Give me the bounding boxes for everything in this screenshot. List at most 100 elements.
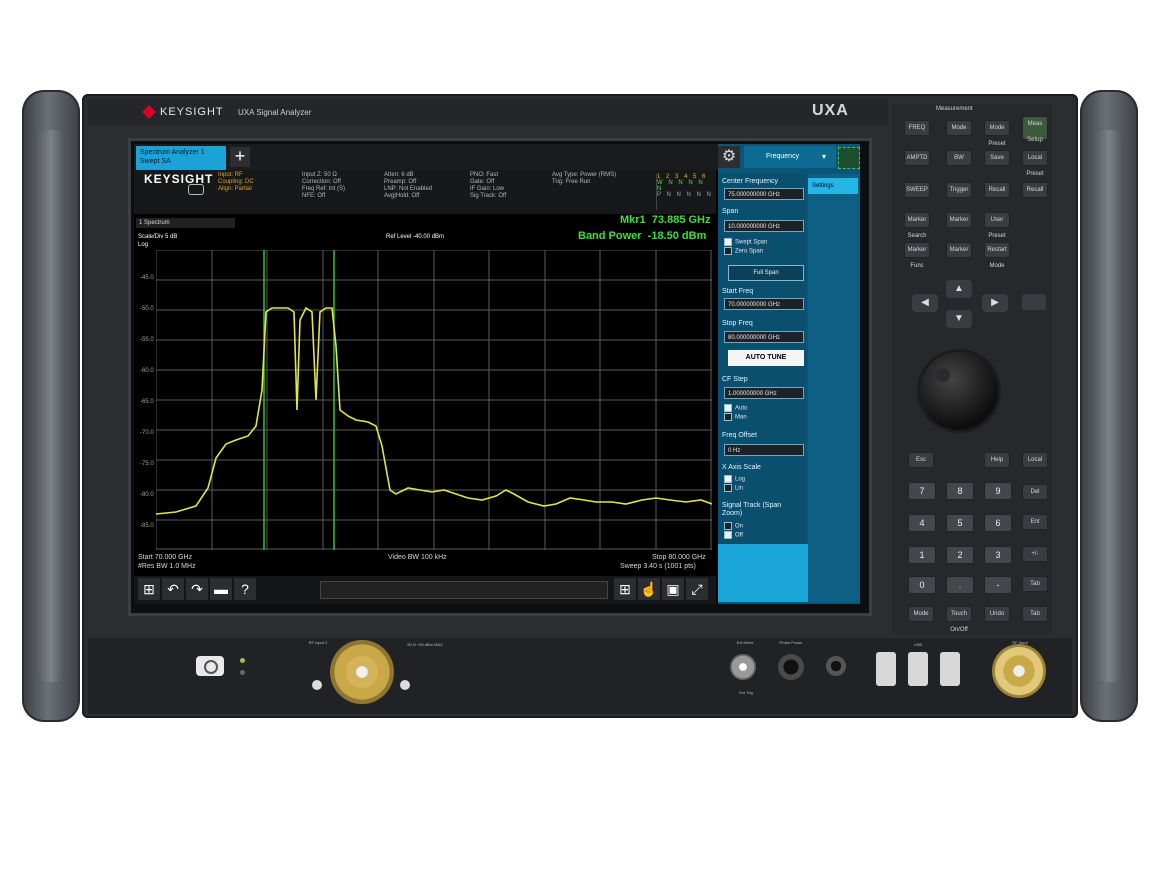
auto-tune-button[interactable]: AUTO TUNE: [728, 350, 804, 366]
zoom-icon[interactable]: ▣: [662, 578, 684, 600]
marker-search-key[interactable]: Marker Search: [904, 212, 930, 239]
grid-layout-icon[interactable]: ⊞: [614, 578, 636, 600]
local-preset-key[interactable]: Local Preset: [1022, 150, 1048, 177]
number-key-4[interactable]: 4: [908, 514, 936, 532]
trace-tab[interactable]: 1 Spectrum: [136, 218, 235, 228]
signal-track-on-option[interactable]: On: [724, 522, 743, 530]
lin-option[interactable]: Lin: [724, 484, 743, 492]
esc-key[interactable]: Esc: [908, 452, 934, 468]
rf-input-2-connector[interactable]: [330, 640, 394, 704]
full-span-button[interactable]: Full Span: [728, 265, 804, 281]
radio-icon: [724, 413, 732, 421]
stop-freq-field[interactable]: 80.000000000 GHz: [724, 331, 804, 343]
help-icon[interactable]: ?: [234, 578, 256, 600]
probe-power-connector[interactable]: [778, 654, 804, 680]
radio-icon: [724, 238, 732, 246]
tab-bottom-key[interactable]: Tab: [1022, 606, 1048, 622]
add-tab-button[interactable]: +: [230, 147, 250, 167]
freq-key[interactable]: FREQ: [904, 120, 930, 136]
signal-track-label: Signal Track (Span Zoom): [722, 502, 782, 517]
bw-key[interactable]: BW: [946, 150, 972, 166]
recall-key-2[interactable]: Recall: [1022, 182, 1048, 198]
touch-toggle-key[interactable]: Touch On/Off: [946, 606, 972, 633]
measurement-label: Measurement: [936, 106, 973, 112]
decimal-key[interactable]: .: [946, 576, 974, 594]
windows-start-icon[interactable]: ⊞: [138, 578, 160, 600]
number-key-2[interactable]: 2: [946, 546, 974, 564]
spectrum-graph[interactable]: [156, 250, 712, 550]
radio-icon: [724, 484, 732, 492]
ent-key[interactable]: Ent: [1022, 514, 1048, 530]
rotary-knob[interactable]: [920, 352, 998, 430]
headphone-jack[interactable]: [826, 656, 846, 676]
marker-readout: Mkr1 73.885 GHz: [620, 214, 711, 226]
arrow-left-key[interactable]: ◀: [912, 294, 938, 312]
span-field[interactable]: 10.000000000 GHz: [724, 220, 804, 232]
center-freq-field[interactable]: 75.000000000 GHz: [724, 188, 804, 200]
marker-key[interactable]: Marker: [946, 212, 972, 228]
marker-func-key[interactable]: Marker Func: [904, 242, 930, 269]
marker-key-2[interactable]: Marker: [946, 242, 972, 258]
rf-input-connector[interactable]: [992, 644, 1046, 698]
gear-icon[interactable]: ⚙: [718, 146, 740, 168]
select-key[interactable]: [1022, 294, 1046, 310]
trigger-key[interactable]: Trigger: [946, 182, 972, 198]
cf-step-auto-option[interactable]: Auto: [724, 404, 747, 412]
sweep-key[interactable]: SWEEP: [904, 182, 930, 198]
signal-track-off-option[interactable]: Off: [724, 531, 743, 539]
zero-span-option[interactable]: Zero Span: [724, 247, 763, 255]
minus-key[interactable]: -: [984, 576, 1012, 594]
meas-setup-key[interactable]: Meas Setup: [1022, 116, 1048, 143]
restart-mode-key[interactable]: Restart Mode: [984, 242, 1010, 269]
redo-icon[interactable]: ↷: [186, 578, 208, 600]
log-option[interactable]: Log: [724, 475, 745, 483]
ref-level: Ref Level -40.00 dBm: [386, 234, 445, 240]
span-label: Span: [722, 208, 739, 215]
radio-icon: [724, 522, 732, 530]
undo-icon[interactable]: ↶: [162, 578, 184, 600]
maximize-icon[interactable]: [838, 147, 860, 169]
touch-icon[interactable]: ☝: [638, 578, 660, 600]
x-axis-scale-label: X Axis Scale: [722, 464, 761, 471]
del-key[interactable]: Del: [1022, 484, 1048, 500]
undo-key[interactable]: Undo: [984, 606, 1010, 622]
recall-key[interactable]: Recall: [984, 182, 1010, 198]
arrow-up-key[interactable]: ▲: [946, 280, 972, 298]
amptd-key[interactable]: AMPTD: [904, 150, 930, 166]
tab-key[interactable]: Tab: [1022, 576, 1048, 592]
number-key-8[interactable]: 8: [946, 482, 974, 500]
usb-port[interactable]: [908, 652, 928, 686]
save-key[interactable]: Save: [984, 150, 1010, 166]
arrow-right-key[interactable]: ▶: [982, 294, 1008, 312]
user-preset-key[interactable]: User Preset: [984, 212, 1010, 239]
number-key-5[interactable]: 5: [946, 514, 974, 532]
max-power-label: 50 Ω +30 dBm MAX: [407, 642, 443, 647]
settings-tab[interactable]: Settings: [808, 178, 858, 194]
screw-icon: [312, 680, 322, 690]
number-key-7[interactable]: 7: [908, 482, 936, 500]
file-icon[interactable]: ▬: [210, 578, 232, 600]
tab-spectrum-analyzer[interactable]: Spectrum Analyzer 1 Swept SA: [136, 146, 226, 170]
freq-offset-field[interactable]: 0 Hz: [724, 444, 804, 456]
swept-span-option[interactable]: Swept Span: [724, 238, 767, 246]
mode-bottom-key[interactable]: Mode: [908, 606, 934, 622]
cf-step-field[interactable]: 1.000000000 GHz: [724, 387, 804, 399]
fullscreen-icon[interactable]: ⤢: [686, 578, 708, 600]
usb-port[interactable]: [940, 652, 960, 686]
plus-minus-key[interactable]: +/-: [1022, 546, 1048, 562]
cf-step-man-option[interactable]: Man: [724, 413, 747, 421]
ext-mixer-connector[interactable]: [730, 654, 756, 680]
usb-label: USB: [913, 642, 923, 647]
number-key-6[interactable]: 6: [984, 514, 1012, 532]
help-key[interactable]: Help: [984, 452, 1010, 468]
usb-port[interactable]: [876, 652, 896, 686]
mode-key[interactable]: Mode: [946, 120, 972, 136]
number-key-1[interactable]: 1: [908, 546, 936, 564]
start-freq-field[interactable]: 70.000000000 GHz: [724, 298, 804, 310]
arrow-down-key[interactable]: ▼: [946, 310, 972, 328]
local-key[interactable]: Local: [1022, 452, 1048, 468]
number-key-0[interactable]: 0: [908, 576, 936, 594]
mode-preset-key[interactable]: Mode Preset: [984, 120, 1010, 147]
number-key-9[interactable]: 9: [984, 482, 1012, 500]
number-key-3[interactable]: 3: [984, 546, 1012, 564]
